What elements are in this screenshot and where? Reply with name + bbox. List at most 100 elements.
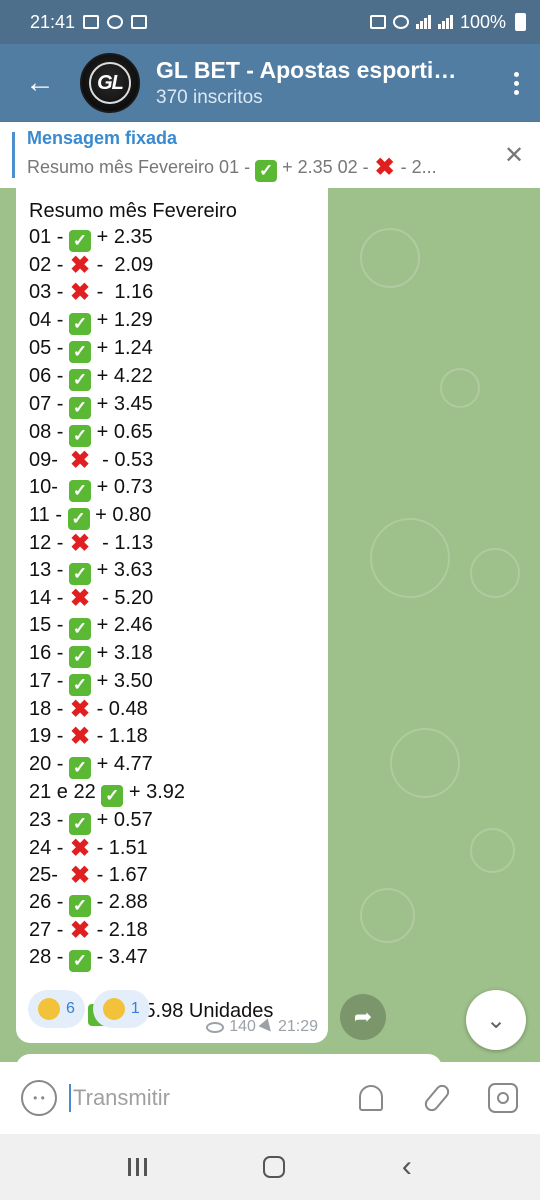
pinned-indicator <box>12 132 15 178</box>
message-line: 09- ✖ - 0.53 <box>29 446 154 474</box>
message-meta: 140 21:29 <box>206 1018 318 1036</box>
reaction-clap[interactable]: 6 <box>28 990 85 1028</box>
instagram-button[interactable] <box>470 1062 536 1134</box>
battery-percent: 100% <box>459 11 506 32</box>
check-mark-icon: ✓ <box>255 160 278 182</box>
message-text: Resumo mês Fevereiro 01 - ✓ + 2.35 02 - ✖ … <box>29 198 316 1027</box>
alarm-icon <box>392 15 409 29</box>
channel-info[interactable]: GL BET - Apostas esportivas 370 inscrito… <box>156 57 492 109</box>
next-message-bubble <box>16 1054 442 1062</box>
mute-button[interactable] <box>338 1062 404 1134</box>
status-bar: 21:41 100% <box>0 0 540 44</box>
scroll-down-button[interactable]: ⌄ <box>466 990 526 1050</box>
check-mark-icon: ✓ <box>69 895 92 918</box>
message-line: 11 - ✓ + 0.80 <box>29 503 152 530</box>
system-nav-bar: ‹ <box>0 1134 540 1200</box>
back-button[interactable]: ← <box>0 44 80 122</box>
clapping-hands-icon <box>38 998 60 1020</box>
reaction-count: 1 <box>130 1000 140 1017</box>
app-notification-icon <box>131 15 148 29</box>
check-mark-icon: ✓ <box>69 674 92 697</box>
check-mark-icon: ✓ <box>69 368 92 391</box>
battery-icon <box>515 13 526 31</box>
message-line: 18 - ✖ - 0.48 <box>29 696 148 724</box>
cross-mark-icon: ✖ <box>69 446 91 474</box>
share-arrow-icon: ➦ <box>353 1004 373 1029</box>
check-mark-icon: ✓ <box>69 340 92 363</box>
message-line: 06 - ✓ + 4.22 <box>29 364 153 391</box>
p-notification-icon <box>107 15 124 29</box>
gallery-notification-icon <box>83 15 100 29</box>
check-mark-icon: ✓ <box>101 784 124 807</box>
cross-mark-icon: ✖ <box>69 917 91 945</box>
cross-mark-icon: ✖ <box>69 279 91 307</box>
message-line: 05 - ✓ + 1.24 <box>29 336 153 363</box>
check-mark-icon: ✓ <box>67 507 90 530</box>
message-line: 13 - ✓ + 3.63 <box>29 559 153 586</box>
message-line: 25- ✖ - 1.67 <box>29 861 148 889</box>
attach-button[interactable] <box>404 1062 470 1134</box>
message-line: 12 - ✖ - 1.13 <box>29 529 154 557</box>
cross-mark-icon: ✖ <box>69 585 91 613</box>
home-button[interactable] <box>263 1156 286 1178</box>
smiley-icon: • • <box>33 1091 45 1105</box>
arrow-left-icon: ← <box>25 66 55 99</box>
check-mark-icon: ✓ <box>69 618 92 641</box>
lock-icon <box>369 15 386 29</box>
reaction-count: 6 <box>66 1000 75 1017</box>
chat-area[interactable]: Resumo mês Fevereiro 01 - ✓ + 2.35 02 - ✖ … <box>0 188 540 1062</box>
reaction-thumbs-up[interactable]: 1 <box>92 990 150 1028</box>
close-pinned-button[interactable]: ✕ <box>488 141 540 170</box>
message-line: 23 - ✓ + 0.57 <box>29 808 153 835</box>
message-line: 16 - ✓ + 3.18 <box>29 642 153 669</box>
check-mark-icon: ✓ <box>69 563 92 586</box>
pin-icon <box>258 1018 276 1036</box>
emoji-button[interactable]: • • <box>21 1080 57 1116</box>
message-line: 26 - ✓ - 2.88 <box>29 891 148 918</box>
check-mark-icon: ✓ <box>69 756 92 779</box>
wifi-signal-icon <box>415 15 431 29</box>
pinned-snippet: Resumo mês Fevereiro 01 - ✓ + 2.35 02 - … <box>27 154 437 182</box>
message-line: 19 - ✖ - 1.18 <box>29 723 148 751</box>
check-mark-icon: ✓ <box>69 424 92 447</box>
message-line: 15 - ✓ + 2.46 <box>29 614 153 641</box>
message-line: 01 - ✓ + 2.35 <box>29 226 153 253</box>
cross-mark-icon: ✖ <box>69 834 91 862</box>
message-line: 08 - ✓ + 0.65 <box>29 420 153 447</box>
close-icon: ✕ <box>503 141 525 169</box>
pinned-title: Mensagem fixada <box>27 128 178 148</box>
input-placeholder: Transmitir <box>73 1085 170 1110</box>
message-line: 07 - ✓ + 3.45 <box>29 392 153 419</box>
check-mark-icon: ✓ <box>69 812 92 835</box>
view-count: 140 <box>229 1018 256 1035</box>
message-line: 02 - ✖ - 2.09 <box>29 252 154 280</box>
message-line: 04 - ✓ + 1.29 <box>29 308 153 335</box>
message-line: 14 - ✖ - 5.20 <box>29 585 154 613</box>
message-line: 28 - ✓ - 3.47 <box>29 946 148 973</box>
share-button[interactable]: ➦ <box>340 994 386 1040</box>
more-options-button[interactable] <box>492 44 540 122</box>
cross-mark-icon: ✖ <box>69 861 91 889</box>
check-mark-icon: ✓ <box>69 479 92 502</box>
back-nav-button[interactable]: ‹ <box>402 1150 412 1184</box>
reactions: 6 1 <box>28 990 150 1028</box>
text-caret <box>69 1084 71 1112</box>
pinned-message-bar[interactable]: Mensagem fixada Resumo mês Fevereiro 01 … <box>0 122 540 188</box>
channel-message[interactable]: Resumo mês Fevereiro 01 - ✓ + 2.35 02 - ✖ … <box>16 188 328 1043</box>
check-mark-icon: ✓ <box>69 950 92 973</box>
chevron-down-icon: ⌄ <box>485 1006 507 1034</box>
status-time: 21:41 <box>30 11 76 32</box>
message-line: 27 - ✖ - 2.18 <box>29 917 148 945</box>
cell-signal-icon <box>437 15 453 29</box>
channel-header: ← GL GL BET - Apostas esportivas 370 ins… <box>0 44 540 122</box>
check-mark-icon: ✓ <box>69 312 92 335</box>
recents-button[interactable] <box>128 1158 148 1176</box>
check-mark-icon: ✓ <box>69 230 92 253</box>
channel-avatar[interactable]: GL <box>80 53 140 113</box>
instagram-icon <box>488 1083 518 1113</box>
message-input[interactable]: Transmitir <box>69 1084 338 1112</box>
avatar-logo: GL <box>89 62 131 104</box>
message-line: 10- ✓ + 0.73 <box>29 475 153 502</box>
cross-mark-icon: ✖ <box>69 529 91 557</box>
cross-mark-icon: ✖ <box>374 154 395 181</box>
